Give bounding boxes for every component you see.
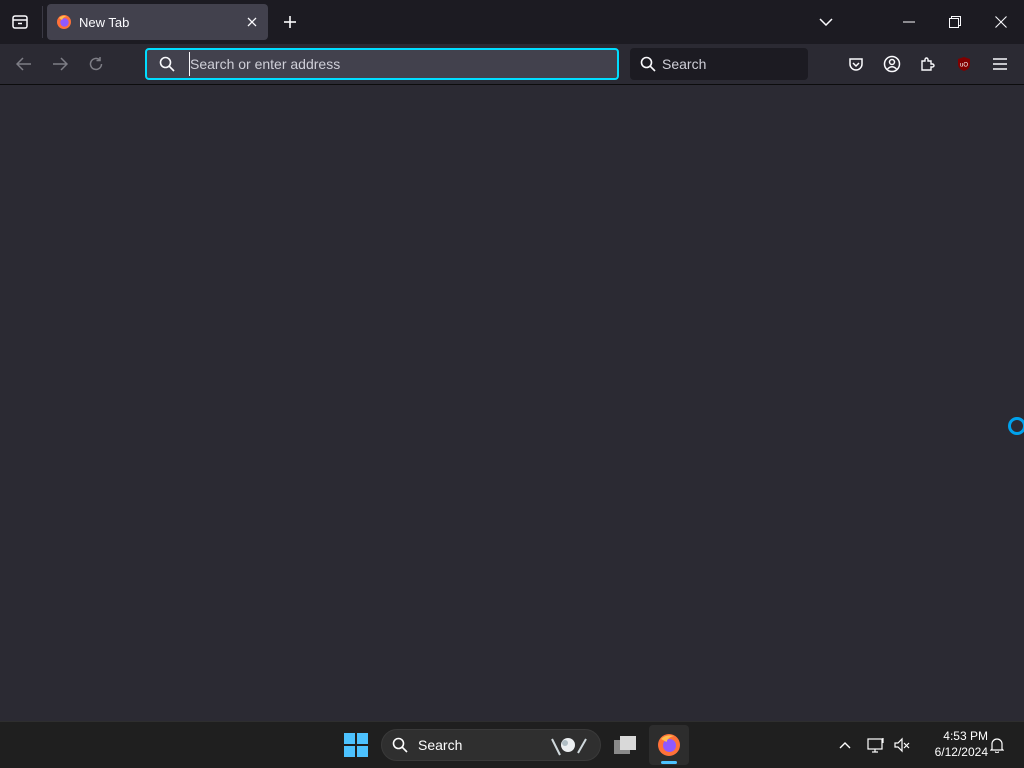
notifications-button[interactable] <box>986 722 1008 768</box>
bell-icon <box>990 737 1004 753</box>
account-icon <box>883 55 901 73</box>
search-icon <box>640 56 656 72</box>
firefox-icon <box>56 14 72 30</box>
restore-button[interactable] <box>932 0 978 44</box>
back-arrow-icon <box>16 57 32 71</box>
file-explorer-icon <box>612 734 638 756</box>
active-app-indicator <box>661 761 677 764</box>
svg-text:uO: uO <box>960 63 968 69</box>
reload-button[interactable] <box>80 48 112 80</box>
ublock-origin-icon: uO <box>956 56 972 72</box>
tab-strip: New Tab <box>0 0 1024 44</box>
plus-icon <box>283 15 297 29</box>
file-explorer-button[interactable] <box>605 725 645 765</box>
list-all-tabs-button[interactable] <box>810 6 842 38</box>
show-hidden-icons-button[interactable] <box>834 722 856 768</box>
hamburger-menu-icon <box>993 58 1007 70</box>
volume-button[interactable] <box>890 722 914 768</box>
clock-time: 4:53 PM <box>943 729 988 743</box>
clock-date: 6/12/2024 <box>934 745 988 759</box>
pocket-icon <box>848 56 864 72</box>
close-icon <box>247 17 257 27</box>
firefox-icon <box>657 733 681 757</box>
close-tab-button[interactable] <box>240 10 264 34</box>
loading-cursor-icon <box>1008 417 1024 435</box>
account-button[interactable] <box>876 48 908 80</box>
windows-start-icon <box>344 733 368 757</box>
minimize-button[interactable] <box>886 0 932 44</box>
close-icon <box>995 16 1007 28</box>
tab-new-tab[interactable]: New Tab <box>47 4 268 40</box>
navigation-toolbar: uO <box>0 44 1024 85</box>
start-button[interactable] <box>336 725 376 765</box>
address-input[interactable] <box>189 52 617 76</box>
forward-button[interactable] <box>44 48 76 80</box>
forward-arrow-icon <box>52 57 68 71</box>
puzzle-icon <box>920 56 936 72</box>
taskbar: Search 4:53 PM 6/12/2024 <box>0 721 1024 768</box>
search-icon <box>392 737 408 753</box>
taskbar-search-label: Search <box>418 737 463 753</box>
restore-icon <box>949 16 961 28</box>
tab-list-icon <box>11 14 29 30</box>
back-button[interactable] <box>8 48 40 80</box>
taskbar-search[interactable]: Search <box>381 729 601 761</box>
ublock-origin-button[interactable]: uO <box>948 48 980 80</box>
search-input[interactable] <box>662 56 843 72</box>
tab-title: New Tab <box>79 14 130 30</box>
page-content <box>0 85 1024 721</box>
reload-icon <box>88 56 104 72</box>
taskbar-clock[interactable]: 4:53 PM 6/12/2024 <box>916 728 988 760</box>
firefox-taskbar-button[interactable] <box>649 725 689 765</box>
app-menu-button[interactable] <box>984 48 1016 80</box>
search-bar[interactable] <box>630 48 843 80</box>
search-icon <box>159 56 175 72</box>
close-window-button[interactable] <box>978 0 1024 44</box>
extensions-button[interactable] <box>912 48 944 80</box>
chevron-up-icon <box>839 741 851 749</box>
new-tab-button[interactable] <box>274 6 306 38</box>
network-icon <box>867 737 885 753</box>
pocket-button[interactable] <box>840 48 872 80</box>
chevron-down-icon <box>819 18 833 26</box>
address-bar[interactable] <box>145 48 619 80</box>
tab-list-button[interactable] <box>0 4 40 40</box>
network-button[interactable] <box>864 722 888 768</box>
volume-muted-icon <box>893 737 911 753</box>
search-highlight-icon <box>548 733 592 759</box>
minimize-icon <box>903 21 915 23</box>
tab-separator <box>42 6 43 38</box>
